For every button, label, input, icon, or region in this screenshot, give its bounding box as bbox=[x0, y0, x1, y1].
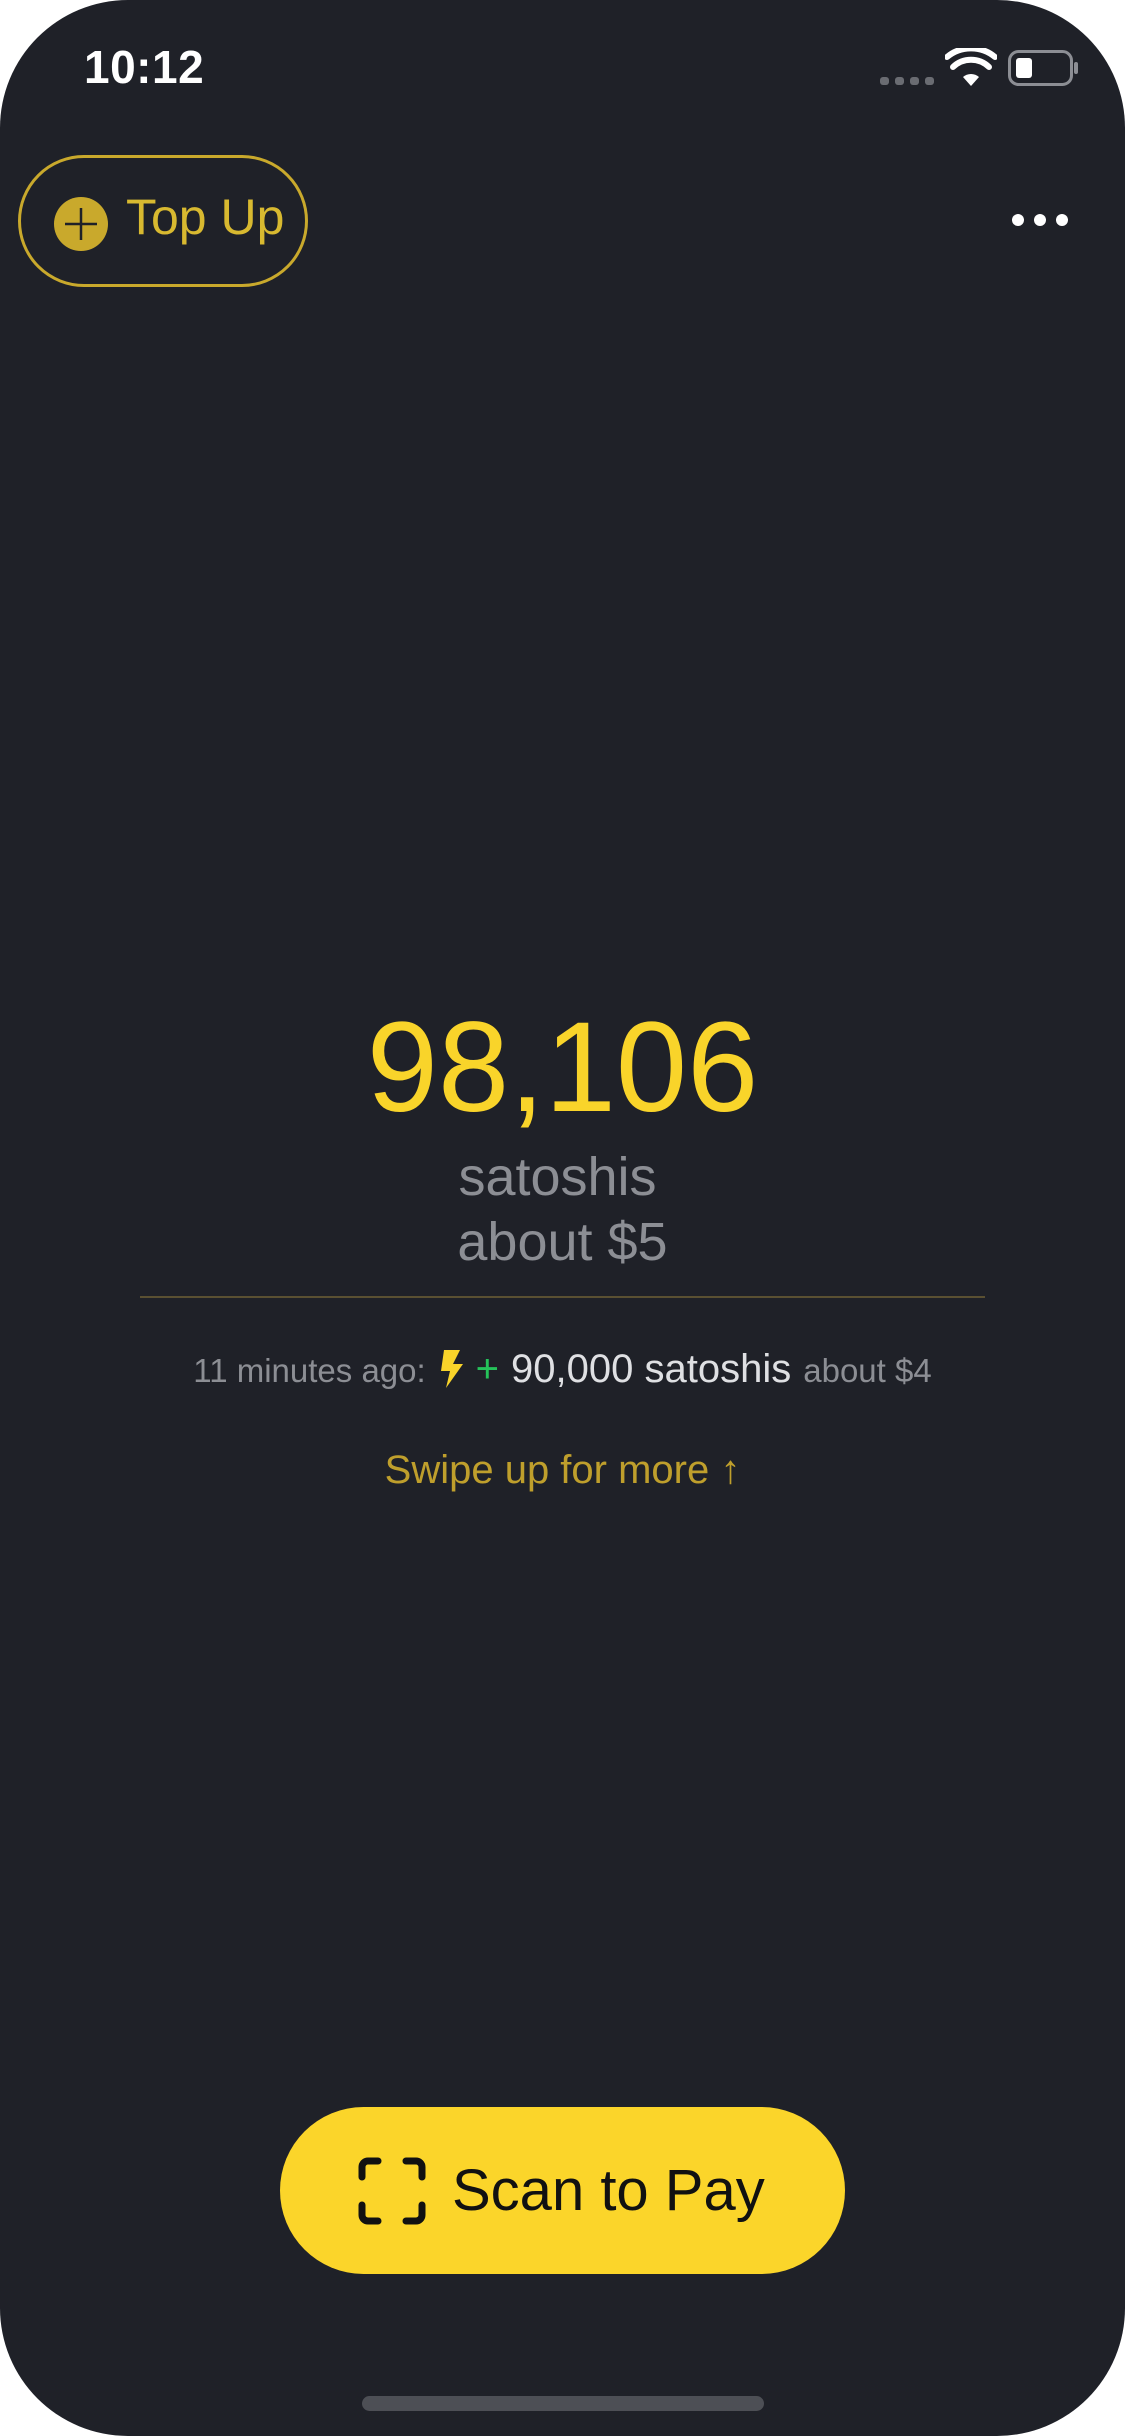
app-screen: 10:12 Top Up 98,106 satoshis about $5 11… bbox=[0, 0, 1125, 2436]
top-up-button[interactable]: Top Up bbox=[18, 155, 308, 287]
wifi-icon bbox=[945, 48, 997, 86]
swipe-up-hint[interactable]: Swipe up for more ↑ bbox=[0, 1448, 1125, 1493]
balance-unit: satoshis bbox=[458, 1147, 657, 1207]
transaction-time: 11 minutes ago: bbox=[193, 1352, 426, 1389]
plus-circle-icon bbox=[54, 197, 108, 251]
more-horizontal-icon[interactable] bbox=[1010, 200, 1070, 240]
battery-icon bbox=[1008, 50, 1078, 86]
transaction-sign: + bbox=[475, 1347, 500, 1391]
balance-amount: 98,106 bbox=[366, 996, 759, 1139]
lightning-icon bbox=[440, 1350, 463, 1388]
scan-to-pay-label: Scan to Pay bbox=[452, 2158, 765, 2223]
divider bbox=[140, 1296, 985, 1298]
transaction-fiat-value: about $4 bbox=[803, 1352, 932, 1389]
last-transaction[interactable]: 11 minutes ago: + 90,000 satoshis about … bbox=[0, 1344, 1125, 1392]
scan-frame-icon bbox=[358, 2157, 426, 2225]
status-time: 10:12 bbox=[84, 41, 205, 93]
balance-fiat-value: about $5 bbox=[457, 1212, 668, 1272]
top-up-label: Top Up bbox=[126, 189, 285, 245]
home-indicator[interactable] bbox=[362, 2396, 764, 2411]
scan-to-pay-button[interactable]: Scan to Pay bbox=[280, 2107, 845, 2274]
cellular-signal-icon bbox=[880, 77, 934, 85]
transaction-amount: 90,000 satoshis bbox=[511, 1347, 792, 1391]
